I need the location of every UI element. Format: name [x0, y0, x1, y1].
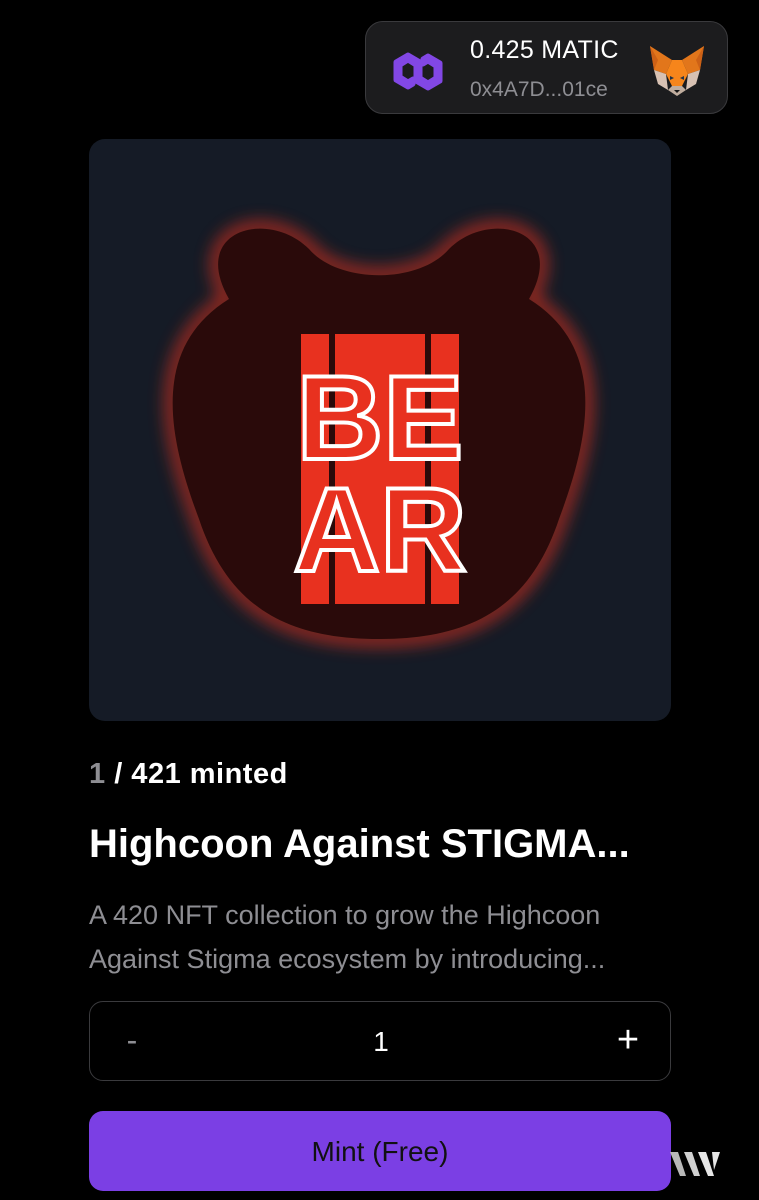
nft-artwork: BE AR: [89, 139, 671, 721]
minted-total: / 421 minted: [105, 758, 288, 790]
metamask-fox-icon: [650, 46, 704, 96]
collection-description: A 420 NFT collection to grow the Highcoo…: [89, 900, 606, 974]
collection-title: Highcoon Against STIGMA...: [89, 822, 630, 866]
wallet-balance: 0.425 MATIC: [470, 36, 619, 64]
minted-current: 1: [89, 758, 106, 790]
quantity-value[interactable]: 1: [331, 1020, 431, 1064]
quantity-stepper: - 1 +: [89, 1001, 671, 1081]
decrement-button[interactable]: -: [114, 1018, 150, 1062]
minted-count: 1 / 421 minted: [89, 758, 288, 791]
thirdweb-logo-icon: [670, 1152, 720, 1176]
mint-button[interactable]: Mint (Free): [89, 1111, 671, 1191]
art-text-line2: AR: [293, 463, 466, 597]
polygon-icon: [393, 52, 443, 91]
wallet-address: 0x4A7D...01ce: [470, 78, 608, 101]
increment-button[interactable]: +: [606, 1018, 650, 1062]
wallet-connect-button[interactable]: 0.425 MATIC 0x4A7D...01ce: [365, 21, 728, 114]
